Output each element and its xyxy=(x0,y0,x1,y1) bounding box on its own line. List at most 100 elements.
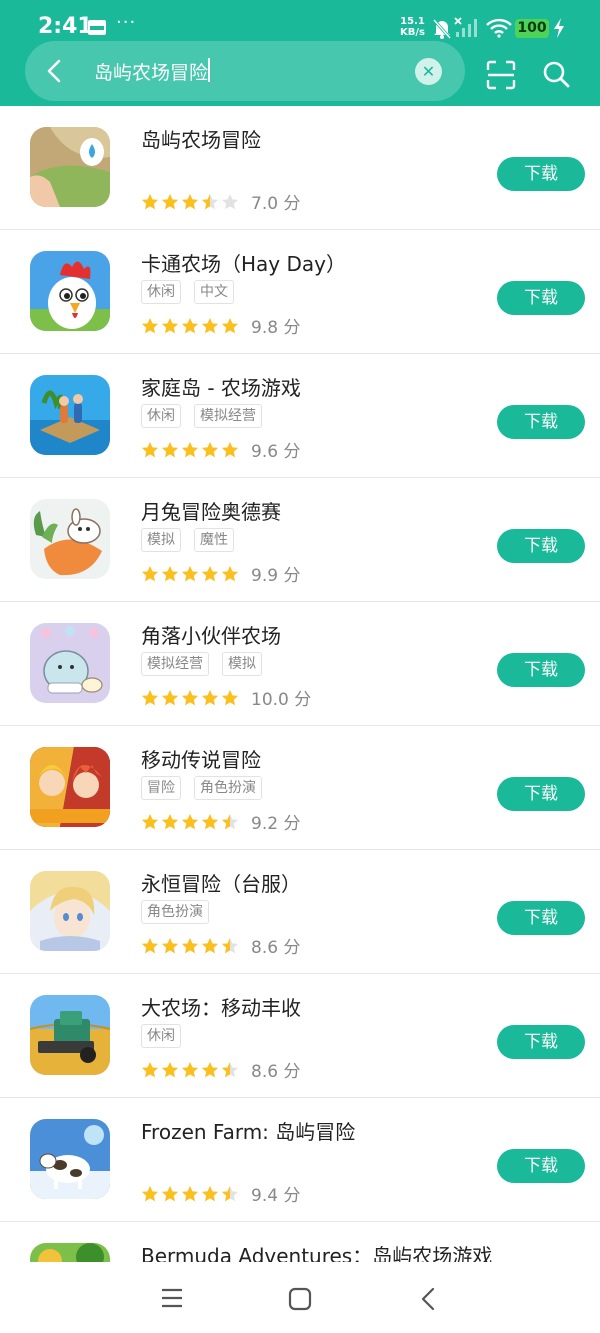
star-rating xyxy=(141,813,239,831)
sumikko-app-icon xyxy=(30,623,110,703)
download-button[interactable]: 下载 xyxy=(497,1149,585,1183)
star-icon xyxy=(202,813,218,829)
battery-icon: 100 xyxy=(515,19,549,38)
rating: 7.0 分 xyxy=(141,189,300,214)
download-button[interactable]: 下载 xyxy=(497,405,585,439)
app-row[interactable]: 卡通农场（Hay Day） 休闲 中文 9.8 分 下载 xyxy=(0,230,600,354)
collab-heroes-app-icon xyxy=(30,747,110,827)
back-icon[interactable] xyxy=(418,1287,438,1311)
star-icon xyxy=(222,1061,238,1077)
download-button[interactable]: 下载 xyxy=(497,157,585,191)
star-icon xyxy=(202,441,218,457)
star-icon xyxy=(222,937,238,953)
rating: 8.6 分 xyxy=(141,933,300,958)
search-input[interactable]: 岛屿农场冒险 xyxy=(94,58,208,85)
app-row[interactable]: 大农场：移动丰收 休闲 8.6 分 下载 xyxy=(0,974,600,1098)
home-icon[interactable] xyxy=(288,1287,312,1311)
app-title: 岛屿农场冒险 xyxy=(141,128,261,152)
frozen-cow-app-icon xyxy=(30,1119,110,1199)
tag-list: 休闲 xyxy=(141,1024,181,1048)
star-rating xyxy=(141,1061,239,1079)
star-icon xyxy=(222,813,238,829)
star-icon xyxy=(182,813,198,829)
menu-icon[interactable] xyxy=(160,1287,184,1309)
app-score: 9.8 分 xyxy=(251,318,301,338)
star-icon xyxy=(222,193,238,209)
net-speed: 15.1 KB/s xyxy=(400,16,425,38)
tag: 模拟经营 xyxy=(141,652,209,676)
download-button[interactable]: 下载 xyxy=(497,653,585,687)
search-icon[interactable] xyxy=(542,60,570,88)
star-icon xyxy=(162,565,178,581)
download-button[interactable]: 下载 xyxy=(497,777,585,811)
tag: 中文 xyxy=(194,280,234,304)
bermuda-app-icon xyxy=(30,1243,110,1262)
star-icon xyxy=(162,937,178,953)
star-icon xyxy=(162,813,178,829)
signal-off-icon xyxy=(454,17,477,37)
tag: 角色扮演 xyxy=(141,900,209,924)
star-icon xyxy=(142,1185,158,1201)
bell-off-icon xyxy=(432,19,452,39)
app-title: 家庭岛 - 农场游戏 xyxy=(141,376,301,400)
app-score: 10.0 分 xyxy=(251,690,312,710)
app-row[interactable]: 永恒冒险（台服） 角色扮演 8.6 分 下载 xyxy=(0,850,600,974)
app-row[interactable]: 岛屿农场冒险 7.0 分 下载 xyxy=(0,106,600,230)
star-icon xyxy=(182,565,198,581)
star-rating xyxy=(141,317,239,335)
star-icon xyxy=(182,193,198,209)
app-title: 移动传说冒险 xyxy=(141,748,261,772)
charging-bolt-icon xyxy=(554,18,564,38)
star-icon xyxy=(142,317,158,333)
rating: 9.8 分 xyxy=(141,313,300,338)
star-icon xyxy=(182,689,198,705)
app-title: Frozen Farm: 岛屿冒险 xyxy=(141,1120,356,1144)
tag-list: 休闲 模拟经营 xyxy=(141,404,262,428)
anime-character-app-icon xyxy=(30,871,110,951)
star-rating xyxy=(141,565,239,583)
back-arrow-icon[interactable] xyxy=(42,58,68,84)
app-row[interactable]: 家庭岛 - 农场游戏 休闲 模拟经营 9.6 分 下载 xyxy=(0,354,600,478)
app-title: Bermuda Adventures：岛屿农场游戏 xyxy=(141,1244,493,1262)
star-icon xyxy=(162,317,178,333)
star-icon xyxy=(162,193,178,209)
star-rating xyxy=(141,193,239,211)
system-nav-bar xyxy=(0,1262,600,1333)
app-score: 9.6 分 xyxy=(251,442,301,462)
star-icon xyxy=(162,689,178,705)
overflow-dots: ··· xyxy=(116,12,137,33)
star-icon xyxy=(202,1185,218,1201)
app-row[interactable]: 角落小伙伴农场 模拟经营 模拟 10.0 分 下载 xyxy=(0,602,600,726)
star-icon xyxy=(142,441,158,457)
star-icon xyxy=(142,193,158,209)
star-icon xyxy=(162,441,178,457)
rating: 8.6 分 xyxy=(141,1057,300,1082)
star-icon xyxy=(202,565,218,581)
download-button[interactable]: 下载 xyxy=(497,1025,585,1059)
tag-list: 模拟经营 模拟 xyxy=(141,652,262,676)
search-bar[interactable] xyxy=(25,41,465,101)
download-button[interactable]: 下载 xyxy=(497,529,585,563)
star-icon xyxy=(202,1061,218,1077)
star-rating xyxy=(141,441,239,459)
rating: 9.4 分 xyxy=(141,1181,300,1206)
app-row[interactable]: 月兔冒险奥德赛 模拟 魔性 9.9 分 下载 xyxy=(0,478,600,602)
app-row[interactable]: Bermuda Adventures：岛屿农场游戏 xyxy=(0,1222,600,1262)
star-rating xyxy=(141,1185,239,1203)
scan-icon[interactable] xyxy=(486,60,516,90)
star-icon xyxy=(222,565,238,581)
star-icon xyxy=(142,937,158,953)
clear-icon[interactable]: ✕ xyxy=(415,58,442,85)
tag: 休闲 xyxy=(141,280,181,304)
tag: 休闲 xyxy=(141,1024,181,1048)
star-icon xyxy=(182,1061,198,1077)
app-row[interactable]: 移动传说冒险 冒险 角色扮演 9.2 分 下载 xyxy=(0,726,600,850)
app-score: 8.6 分 xyxy=(251,1062,301,1082)
tag: 休闲 xyxy=(141,404,181,428)
download-button[interactable]: 下载 xyxy=(497,281,585,315)
download-button[interactable]: 下载 xyxy=(497,901,585,935)
app-title: 角落小伙伴农场 xyxy=(141,624,281,648)
app-title: 卡通农场（Hay Day） xyxy=(141,252,346,276)
app-row[interactable]: Frozen Farm: 岛屿冒险 9.4 分 下载 xyxy=(0,1098,600,1222)
app-title: 大农场：移动丰收 xyxy=(141,996,301,1020)
